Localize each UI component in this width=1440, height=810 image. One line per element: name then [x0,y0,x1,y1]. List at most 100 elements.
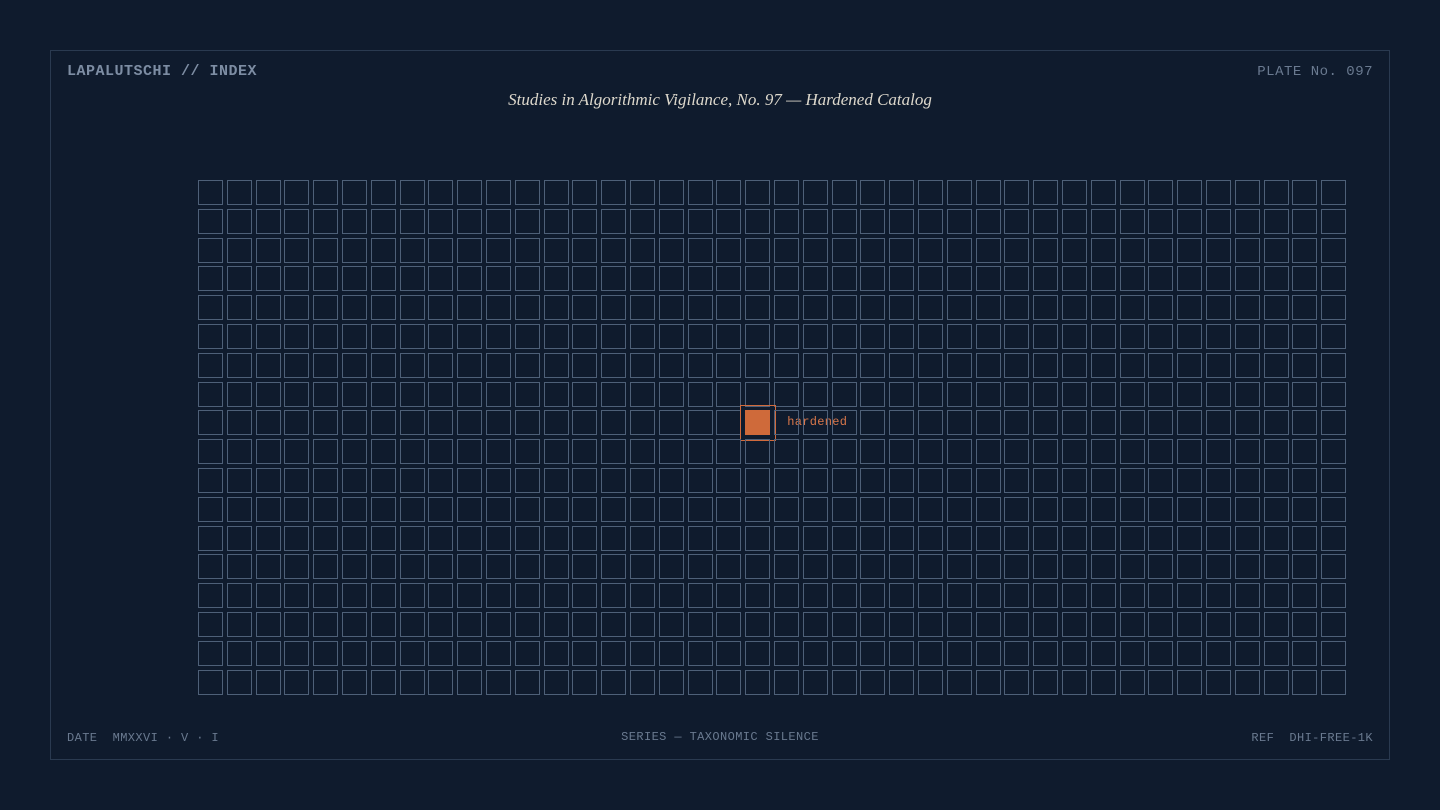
grid-cell [1148,468,1174,493]
grid-cell [428,295,454,321]
grid-cell [428,352,454,378]
grid-cell [745,237,771,263]
grid-cell [601,352,627,378]
grid-cell [860,381,886,407]
grid-cell [486,352,511,378]
grid-cell [486,410,511,436]
grid-cell [428,266,454,292]
grid-cell [313,295,339,321]
grid-cell [572,208,598,234]
grid-cell [457,237,483,263]
grid-cell [1090,554,1116,580]
grid-cell [572,612,598,637]
grid-cell [428,640,454,666]
grid-cell [428,324,454,349]
grid-cell [889,266,915,292]
grid-cell [1206,237,1231,263]
grid-cell [198,525,223,551]
grid-cell [1263,295,1289,321]
page-title: Studies in Algorithmic Vigilance, No. 97… [508,90,932,109]
grid-cell [1206,266,1231,292]
grid-cell [831,237,857,263]
grid-cell [284,266,310,292]
grid-cell [975,295,1001,321]
grid-cell [255,439,281,465]
grid-cell [802,496,828,522]
grid-cell [918,583,943,609]
grid-cell [630,554,655,580]
grid-cell [889,324,915,349]
grid-cell [975,180,1001,205]
grid-cell [342,208,367,234]
grid-cell [198,352,223,378]
grid-cell [428,496,454,522]
grid-cell [716,381,742,407]
grid-cell [774,381,799,407]
grid-cell [226,381,252,407]
grid-cell [1148,410,1174,436]
grid-cell [1148,266,1174,292]
grid-cell [601,410,627,436]
grid-cell [543,352,569,378]
grid-cell [889,352,915,378]
grid-cell [1206,525,1231,551]
grid-cell [1004,583,1030,609]
grid-cell [1062,208,1087,234]
grid-cell [975,525,1001,551]
grid-cell [630,208,655,234]
grid-cell [1321,468,1347,493]
grid-cell [1263,640,1289,666]
grid-cell [1177,180,1203,205]
grid-cell [1206,583,1231,609]
grid-cell [860,410,886,436]
grid-cell [457,439,483,465]
grid-cell [687,496,713,522]
grid-cell [486,381,511,407]
grid-cell [486,525,511,551]
grid-cell [284,669,310,695]
grid-cell [774,180,799,205]
grid-cell [313,583,339,609]
grid-cell [1177,381,1203,407]
grid-cell [1119,266,1145,292]
grid-cell [543,237,569,263]
grid-cell [226,525,252,551]
grid-cell [802,439,828,465]
grid-cell [716,496,742,522]
grid-cell [1119,640,1145,666]
grid-cell [342,324,367,349]
grid-cell [831,266,857,292]
grid-cell [313,669,339,695]
grid-cell [226,439,252,465]
grid-cell [687,468,713,493]
grid-cell [486,669,511,695]
grid-cell [342,612,367,637]
grid-cell [1119,324,1145,349]
grid-cell [1292,410,1318,436]
grid-cell [342,554,367,580]
grid-cell [889,295,915,321]
grid-cell [255,381,281,407]
grid-cell [889,180,915,205]
grid-cell [745,640,771,666]
grid-cell [1263,208,1289,234]
grid-cell [1206,180,1231,205]
grid-cell [1033,583,1059,609]
grid-cell [1206,468,1231,493]
grid-cell [370,180,396,205]
grid-cell [975,669,1001,695]
grid-cell [1177,525,1203,551]
grid-cell [399,554,425,580]
grid-cell [1062,640,1087,666]
grid-cell [313,525,339,551]
grid-cell [226,468,252,493]
grid-cell [457,208,483,234]
grid-cell [486,496,511,522]
grid-cell [802,410,828,436]
grid-cell [802,180,828,205]
grid-cell [342,180,367,205]
grid-cell [457,525,483,551]
grid-cell [1234,324,1260,349]
grid-cell [313,324,339,349]
grid-cell [889,583,915,609]
